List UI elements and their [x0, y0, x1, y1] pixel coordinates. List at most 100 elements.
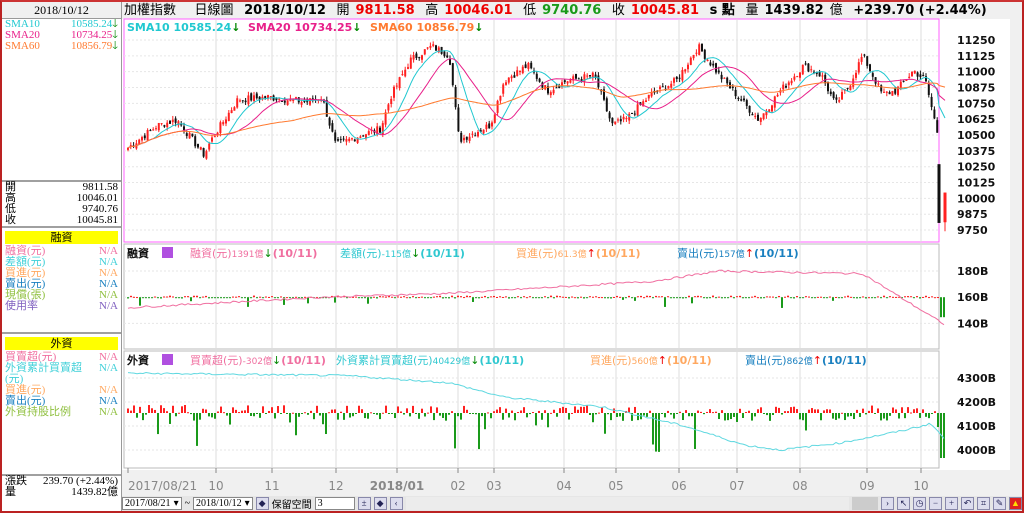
foreign-bar [532, 412, 534, 414]
zoom-in-icon[interactable]: + [945, 497, 958, 510]
margin-bar [505, 296, 507, 298]
foreign-bar [832, 413, 834, 419]
foreign-bar [433, 413, 435, 421]
margin-bar [136, 297, 138, 299]
foreign-bar [322, 413, 324, 425]
margin-bar [766, 296, 768, 298]
spin-icon[interactable]: ± [357, 497, 371, 510]
foreign-bar [769, 413, 771, 421]
candle [799, 72, 801, 78]
foreign-bar [751, 413, 753, 421]
fit-icon[interactable]: ⌗ [977, 497, 990, 510]
foreign-bar [934, 411, 936, 413]
candle [351, 138, 353, 140]
sma-legend: SMA60 10856.79↓ [370, 21, 484, 34]
foreign-bar [550, 412, 552, 414]
scroll-left-icon[interactable]: ‹ [389, 497, 403, 510]
foreign-bar [148, 405, 150, 413]
foreign-bar [847, 413, 849, 417]
candle [331, 123, 334, 132]
horizontal-scrollbar[interactable] [405, 497, 849, 510]
foreign-bar [874, 413, 876, 414]
margin-bar [481, 296, 483, 298]
margin-legend-value: 1391億 [232, 248, 264, 260]
margin-bar [382, 296, 384, 298]
margin-bar [430, 297, 432, 299]
foreign-bar [904, 413, 906, 419]
clock-icon[interactable]: ◷ [913, 497, 926, 510]
candle [429, 45, 432, 48]
margin-bar [412, 296, 414, 298]
foreign-bar [454, 413, 456, 449]
candle [857, 62, 860, 73]
foreign-bar [145, 413, 147, 415]
candle [583, 74, 586, 83]
candle [499, 95, 502, 101]
foreign-bar [808, 409, 810, 413]
margin-bar [424, 297, 426, 299]
foreign-bar [469, 413, 471, 414]
reserve-input[interactable]: 3 [314, 497, 355, 510]
margin-bar [127, 297, 129, 299]
foreign-bar [667, 410, 669, 413]
end-date-select[interactable]: 2018/10/12 ▾ [193, 497, 253, 510]
candle [943, 192, 947, 223]
foreign-bar [547, 413, 549, 428]
foreign-legend-date: (10/11) [667, 354, 712, 367]
candle [230, 110, 233, 114]
foreign-bar [346, 405, 348, 413]
foreign-bar [559, 408, 561, 413]
candle [675, 76, 678, 79]
foreign-bar [304, 412, 306, 414]
margin-bar [268, 296, 270, 298]
start-date-select[interactable]: 2017/08/21 ▾ [122, 497, 182, 510]
margin-bar [931, 296, 933, 298]
foreign-bar [805, 413, 807, 431]
draw-icon[interactable]: ✎ [993, 497, 1006, 510]
candle [418, 57, 421, 59]
foreign-bar [913, 409, 915, 413]
scroll-right-icon[interactable]: › [881, 497, 894, 510]
margin-bar [751, 296, 753, 298]
margin-bar [910, 296, 912, 298]
cursor-icon[interactable]: ↖ [897, 497, 910, 510]
zoom-out-icon[interactable]: − [929, 497, 942, 510]
scroll-thumb[interactable] [852, 497, 878, 510]
apply-icon[interactable]: ◆ [255, 497, 269, 510]
margin-bar [466, 295, 468, 298]
foreign-bar [706, 411, 708, 413]
candle [810, 69, 813, 71]
candle [645, 100, 647, 103]
foreign-bar [517, 412, 519, 414]
foreign-bar [490, 413, 492, 419]
foreign-bar [391, 413, 393, 414]
margin-bar [175, 297, 177, 299]
foreign-bar [610, 413, 612, 421]
undo-icon[interactable]: ↶ [961, 497, 974, 510]
foreign-bar [487, 412, 489, 414]
candle [821, 75, 824, 77]
margin-bar [739, 295, 741, 298]
foreign-bar [829, 409, 831, 413]
margin-tick-label: 140B [957, 317, 988, 330]
foreign-bar [400, 411, 402, 413]
foreign-bar [937, 413, 939, 428]
foreign-bar [649, 410, 651, 413]
candle [670, 83, 673, 88]
margin-bar [943, 297, 945, 318]
alert-bell-icon[interactable]: ▲ [1009, 497, 1022, 510]
apply2-icon[interactable]: ◆ [373, 497, 387, 510]
foreign-bar [877, 408, 879, 413]
foreign-bar [289, 413, 291, 423]
candle [558, 86, 561, 89]
foreign-bar [700, 411, 702, 413]
chart-area[interactable]: 11250 11125 11000 10875 10750 10625 10500 10375… [0, 0, 1024, 513]
candle [631, 112, 633, 114]
foreign-bar [451, 411, 453, 413]
margin-bar [718, 296, 720, 298]
sma-legend-text: SMA10 10585.24 [127, 21, 232, 34]
candle [801, 64, 804, 75]
candle [502, 84, 505, 94]
margin-bar [610, 297, 612, 299]
candle [197, 144, 199, 148]
